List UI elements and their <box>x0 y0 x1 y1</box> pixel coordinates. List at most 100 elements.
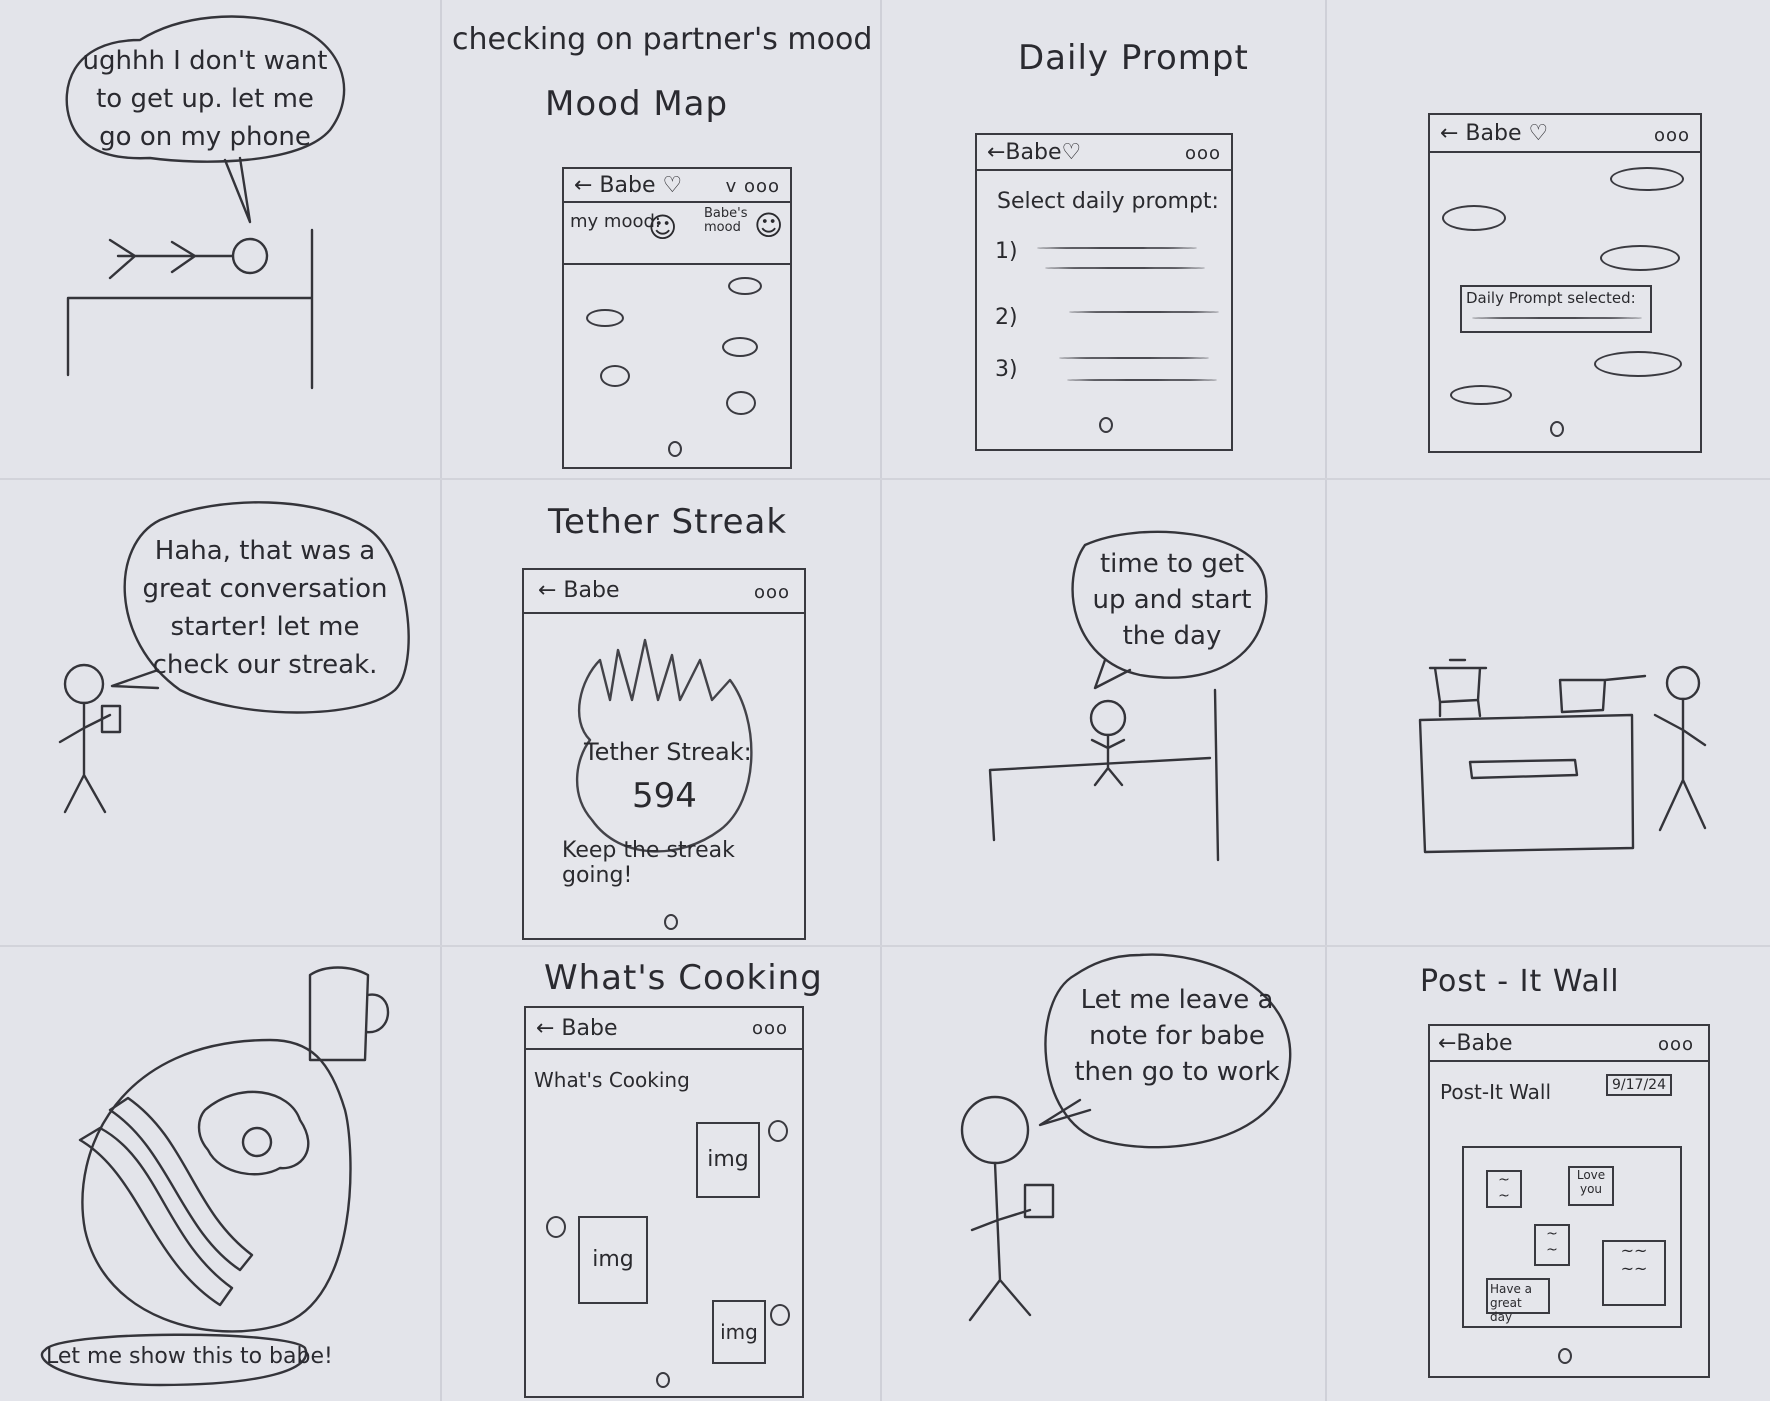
back-to-babe-button[interactable]: ← Babe <box>536 1016 618 1041</box>
screen-title: Post - It Wall <box>1420 964 1620 999</box>
scene-caption: checking on partner's mood <box>452 22 873 57</box>
section-heading: Post-It Wall <box>1440 1080 1552 1104</box>
figure-head <box>1089 699 1127 737</box>
speech-bubble-text: Haha, that was a great conversation star… <box>142 536 388 680</box>
streak-value: 594 <box>632 776 697 816</box>
screen-title: Tether Streak <box>548 502 788 542</box>
bubble-tail <box>223 156 252 224</box>
mood-blob[interactable] <box>722 337 758 357</box>
post-it-note[interactable]: Have a great day <box>1486 1278 1550 1324</box>
screen-title: Daily Prompt <box>1018 38 1249 78</box>
home-button[interactable] <box>668 441 682 457</box>
post-it-note[interactable]: Love you <box>1568 1166 1614 1206</box>
speech-bubble-text: ughhh I don't want to get up. let me go … <box>82 46 328 152</box>
home-button[interactable] <box>1099 417 1113 433</box>
back-to-babe-button[interactable]: ← Babe ♡ <box>574 173 682 198</box>
mood-blob[interactable] <box>728 277 762 295</box>
home-button[interactable] <box>1558 1348 1572 1364</box>
header-icons[interactable]: ooo <box>1658 1034 1694 1055</box>
home-button[interactable] <box>664 914 678 930</box>
header-icons[interactable]: v ooo <box>726 176 780 197</box>
home-button[interactable] <box>1550 421 1564 437</box>
babe-mood-label: Babe's mood <box>704 206 748 235</box>
counter <box>1418 713 1635 854</box>
back-to-babe-button[interactable]: ← Babe <box>538 578 620 603</box>
food-photo[interactable]: img <box>578 1216 648 1304</box>
prompt-option-1-line2 <box>1045 267 1205 269</box>
speech-bubble-text: Let me leave a note for babe then go to … <box>1074 985 1280 1087</box>
storyboard-sheet: ughhh I don't want to get up. let me go … <box>0 0 1770 1401</box>
date-picker[interactable]: 9/17/24 <box>1606 1074 1672 1096</box>
chat-bubble-received <box>1450 385 1512 405</box>
figure-head <box>960 1095 1030 1165</box>
app-header: ←Babe ooo <box>1430 1026 1708 1062</box>
header-icons[interactable]: ooo <box>1654 125 1690 146</box>
mood-blob[interactable] <box>600 365 630 387</box>
stick-figure <box>968 1161 1032 1322</box>
lying-figure <box>108 238 235 280</box>
post-it-note[interactable]: ~ ~ <box>1486 1170 1522 1208</box>
prompt-option-3[interactable] <box>1059 357 1209 359</box>
header-icons[interactable]: ooo <box>752 1018 788 1039</box>
partner-mood-icon[interactable]: ☺ <box>754 209 783 242</box>
phone-sketch <box>1023 1183 1055 1219</box>
app-header: ← Babe ♡ v ooo <box>564 169 790 203</box>
mug <box>308 966 390 1062</box>
back-to-babe-button[interactable]: ← Babe ♡ <box>1440 121 1548 146</box>
mood-blob[interactable] <box>586 309 624 327</box>
app-header: ←Babe♡ ooo <box>977 135 1231 171</box>
pot <box>1428 658 1488 718</box>
back-to-babe-button[interactable]: ←Babe <box>1438 1031 1513 1056</box>
fried-egg <box>197 1090 310 1176</box>
counter-handle <box>1468 758 1579 780</box>
app-header: ← Babe ooo <box>524 570 804 614</box>
section-heading: What's Cooking <box>534 1068 690 1092</box>
post-it-note[interactable]: ~ ~ <box>1534 1224 1570 1266</box>
speech-bubble-text: Let me show this to babe! <box>46 1344 333 1369</box>
plate <box>81 1038 352 1333</box>
selected-prompt-label: Daily Prompt selected: <box>1466 289 1636 307</box>
phone-screen-whats-cooking: ← Babe ooo What's Cooking img img img <box>524 1006 804 1398</box>
post-it-note[interactable]: ~~ ~~ <box>1602 1240 1666 1306</box>
food-photo[interactable]: img <box>712 1300 766 1364</box>
back-to-babe-button[interactable]: ←Babe♡ <box>987 140 1081 165</box>
phone-screen-tether-streak: ← Babe ooo Tether Streak: 594 Keep the s… <box>522 568 806 940</box>
streak-message: Keep the streak going! <box>562 838 735 888</box>
mood-blob[interactable] <box>726 391 756 415</box>
chat-bubble-sent <box>1600 245 1680 271</box>
react-icon[interactable] <box>546 1216 566 1238</box>
phone-sketch <box>100 704 122 734</box>
header-icons[interactable]: ooo <box>754 582 790 603</box>
prompt-option-2[interactable] <box>1069 311 1219 313</box>
egg-yolk <box>241 1126 273 1158</box>
prompt-option-number: 3) <box>995 357 1018 382</box>
stick-figure <box>1090 733 1126 787</box>
home-button[interactable] <box>656 1372 670 1388</box>
prompt-option-number: 2) <box>995 305 1018 330</box>
prompt-option-number: 1) <box>995 239 1018 264</box>
screen-title: Mood Map <box>545 84 729 124</box>
figure-head <box>1665 665 1701 701</box>
smiley-icon[interactable]: ☺ <box>648 211 677 244</box>
screen-title: What's Cooking <box>544 958 823 998</box>
stick-figure <box>1653 697 1707 832</box>
react-icon[interactable] <box>768 1120 788 1142</box>
header-icons[interactable]: ooo <box>1185 143 1221 164</box>
post-it-board: ~ ~ Love you ~ ~ ~~ ~~ Have a great day <box>1462 1146 1682 1328</box>
mood-row: my mood: ☺ Babe's mood ☺ <box>564 203 790 265</box>
figure-head <box>63 663 105 705</box>
phone-screen-mood-map: ← Babe ♡ v ooo my mood: ☺ Babe's mood ☺ <box>562 167 792 469</box>
prompt-option-1[interactable] <box>1037 247 1197 249</box>
pan <box>1558 674 1647 714</box>
chat-bubble-received <box>1442 205 1506 231</box>
selected-prompt-card[interactable]: Daily Prompt selected: <box>1460 285 1652 333</box>
chat-bubble-sent <box>1610 167 1684 191</box>
phone-screen-chat: ← Babe ♡ ooo Daily Prompt selected: <box>1428 113 1702 453</box>
phone-screen-post-it-wall: ←Babe ooo Post-It Wall 9/17/24 ~ ~ Love y… <box>1428 1024 1710 1378</box>
react-icon[interactable] <box>770 1304 790 1326</box>
selected-prompt-text <box>1472 317 1642 319</box>
prompt-instruction: Select daily prompt: <box>997 189 1219 214</box>
food-photo[interactable]: img <box>696 1122 760 1198</box>
speech-bubble-text: time to get up and start the day <box>1092 549 1252 651</box>
app-header: ← Babe ooo <box>526 1008 802 1050</box>
